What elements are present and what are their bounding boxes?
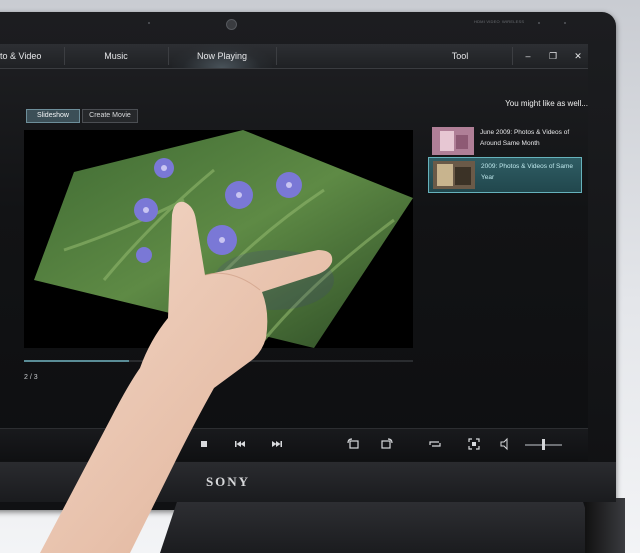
tab-tool[interactable]: Tool xyxy=(430,44,490,68)
suggestions-header: You might like as well... xyxy=(505,99,588,108)
volume-icon[interactable] xyxy=(498,437,512,451)
suggestion-title: 2009: Photos & Videos of Same Year xyxy=(481,163,574,181)
stop-icon[interactable] xyxy=(197,437,211,451)
webcam xyxy=(226,19,237,30)
create-movie-button[interactable]: Create Movie xyxy=(82,109,138,123)
slideshow-progress[interactable] xyxy=(24,360,413,362)
suggestion-thumbnail xyxy=(432,127,474,155)
suggestion-title: June 2009: Photos & Videos of Around Sam… xyxy=(480,129,570,147)
slideshow-button[interactable]: Slideshow xyxy=(26,109,80,123)
restore-button[interactable]: ❐ xyxy=(545,48,561,64)
power-light xyxy=(564,22,566,24)
next-icon[interactable] xyxy=(270,437,284,451)
indicator-light xyxy=(148,22,150,24)
progress-fill xyxy=(24,360,130,362)
hardware-label-left: HDMI VIDEO xyxy=(474,19,500,24)
tab-music[interactable]: Music xyxy=(84,44,148,68)
suggestion-item-month[interactable]: June 2009: Photos & Videos of Around Sam… xyxy=(428,124,580,158)
volume-knob[interactable] xyxy=(541,439,545,450)
slideshow-photo[interactable] xyxy=(24,130,413,348)
close-button[interactable]: ✕ xyxy=(570,48,586,64)
monitor-stand-side xyxy=(585,498,625,553)
monitor-stand xyxy=(160,500,600,553)
suggestion-item-year[interactable]: 2009: Photos & Videos of Same Year xyxy=(428,157,582,193)
rotate-left-icon[interactable] xyxy=(346,437,360,451)
fullscreen-icon[interactable] xyxy=(467,437,481,451)
bezel-bottom xyxy=(0,462,616,502)
indicator-light-2 xyxy=(538,22,540,24)
hardware-label-mid: WIRELESS xyxy=(502,19,525,24)
repeat-icon[interactable] xyxy=(428,437,442,451)
rotate-right-icon[interactable] xyxy=(380,437,394,451)
previous-icon[interactable] xyxy=(233,437,247,451)
suggestion-thumbnail xyxy=(433,161,475,189)
tab-photo-video[interactable]: to & Video xyxy=(0,44,56,68)
top-nav-bar: to & Video Music Now Playing Tool – ❐ ✕ xyxy=(0,44,588,69)
brand-logo: SONY xyxy=(205,474,251,489)
minimize-button[interactable]: – xyxy=(520,48,536,64)
tab-now-playing[interactable]: Now Playing xyxy=(172,44,272,68)
slide-counter: 2 / 3 xyxy=(24,374,38,381)
